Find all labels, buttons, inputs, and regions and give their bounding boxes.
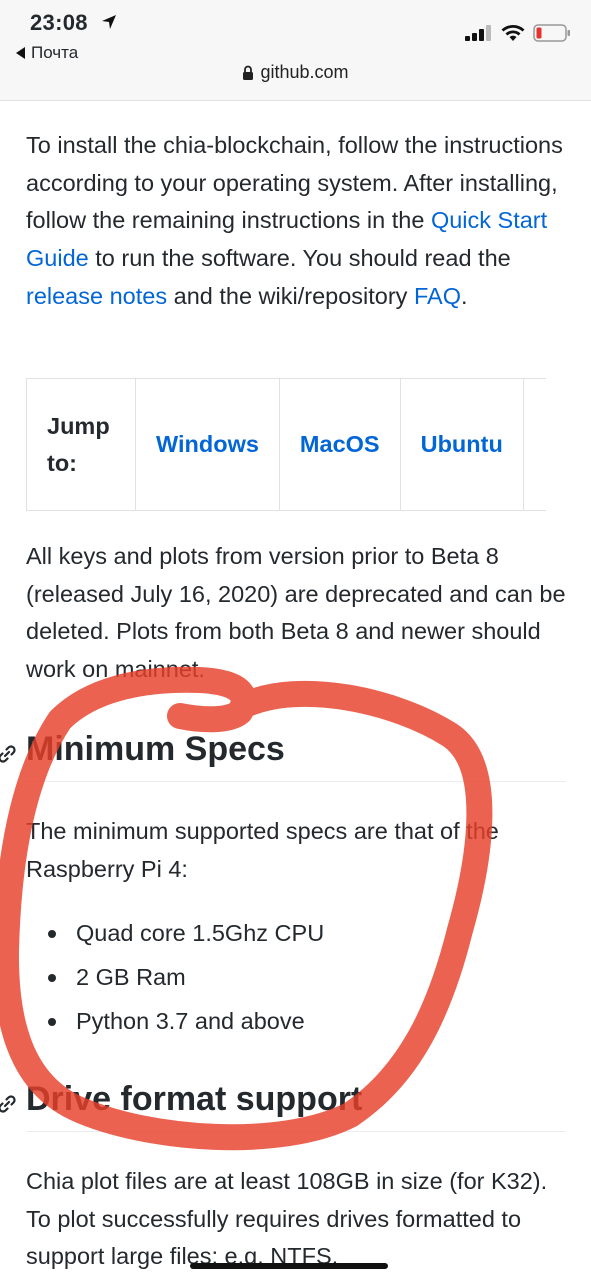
bullet-icon — [48, 930, 56, 938]
lock-icon — [243, 65, 254, 80]
faq-link[interactable]: FAQ — [414, 283, 461, 309]
intro-text: to run the software. You should read the — [88, 245, 511, 272]
min-specs-paragraph: The minimum supported specs are that of … — [26, 818, 499, 882]
address-bar[interactable]: github.com — [0, 62, 591, 83]
status-icons — [465, 24, 571, 42]
minimum-specs-heading: Minimum Specs — [0, 730, 566, 782]
windows-link[interactable]: Windows — [156, 431, 259, 457]
list-item-text: Quad core 1.5Ghz CPU — [76, 920, 325, 946]
table-overflow-cell — [522, 378, 546, 511]
home-indicator — [190, 1263, 388, 1269]
intro-text: . — [460, 282, 468, 309]
list-item: 2 GB Ram — [26, 959, 324, 1003]
back-to-mail-button[interactable]: Почта — [16, 43, 78, 63]
battery-low-icon — [533, 24, 570, 42]
deprecation-paragraph: All keys and plots from version prior to… — [26, 543, 566, 683]
specs-list: Quad core 1.5Ghz CPU 2 GB Ram Python 3.7… — [26, 915, 324, 1047]
drive-format-paragraph: Chia plot files are at least 108GB in si… — [26, 1168, 548, 1270]
bullet-icon — [48, 974, 56, 982]
install-paragraph: To install the chia-blockchain, follow t… — [26, 127, 566, 316]
link-anchor-icon[interactable] — [0, 1093, 18, 1115]
bullet-icon — [48, 1018, 56, 1026]
url-text: github.com — [260, 62, 349, 82]
location-arrow-icon — [102, 15, 116, 29]
release-notes-link[interactable]: release notes — [26, 283, 167, 309]
link-anchor-icon[interactable] — [0, 743, 18, 765]
macos-link[interactable]: MacOS — [300, 431, 380, 457]
jump-to-table: Jump to: Windows MacOS Ubuntu — [26, 378, 546, 511]
heading-text: Minimum Specs — [26, 730, 285, 768]
list-item: Python 3.7 and above — [26, 1003, 324, 1047]
intro-text: and the wiki/repository — [167, 282, 414, 309]
list-item-text: 2 GB Ram — [76, 964, 186, 990]
heading-text: Drive format support — [26, 1080, 363, 1118]
back-arrow-icon — [16, 47, 25, 59]
list-item-text: Python 3.7 and above — [76, 1008, 305, 1034]
list-item: Quad core 1.5Ghz CPU — [26, 915, 324, 959]
clock-time: 23:08 — [30, 10, 88, 35]
ubuntu-link[interactable]: Ubuntu — [421, 431, 503, 457]
jump-to-label: Jump to: — [26, 378, 136, 511]
wifi-icon — [501, 25, 525, 41]
ios-status-bar: 23:08 Почта github.com — [0, 0, 591, 101]
cellular-signal-icon — [465, 25, 491, 41]
back-label: Почта — [31, 43, 79, 62]
drive-format-heading: Drive format support — [0, 1080, 566, 1132]
